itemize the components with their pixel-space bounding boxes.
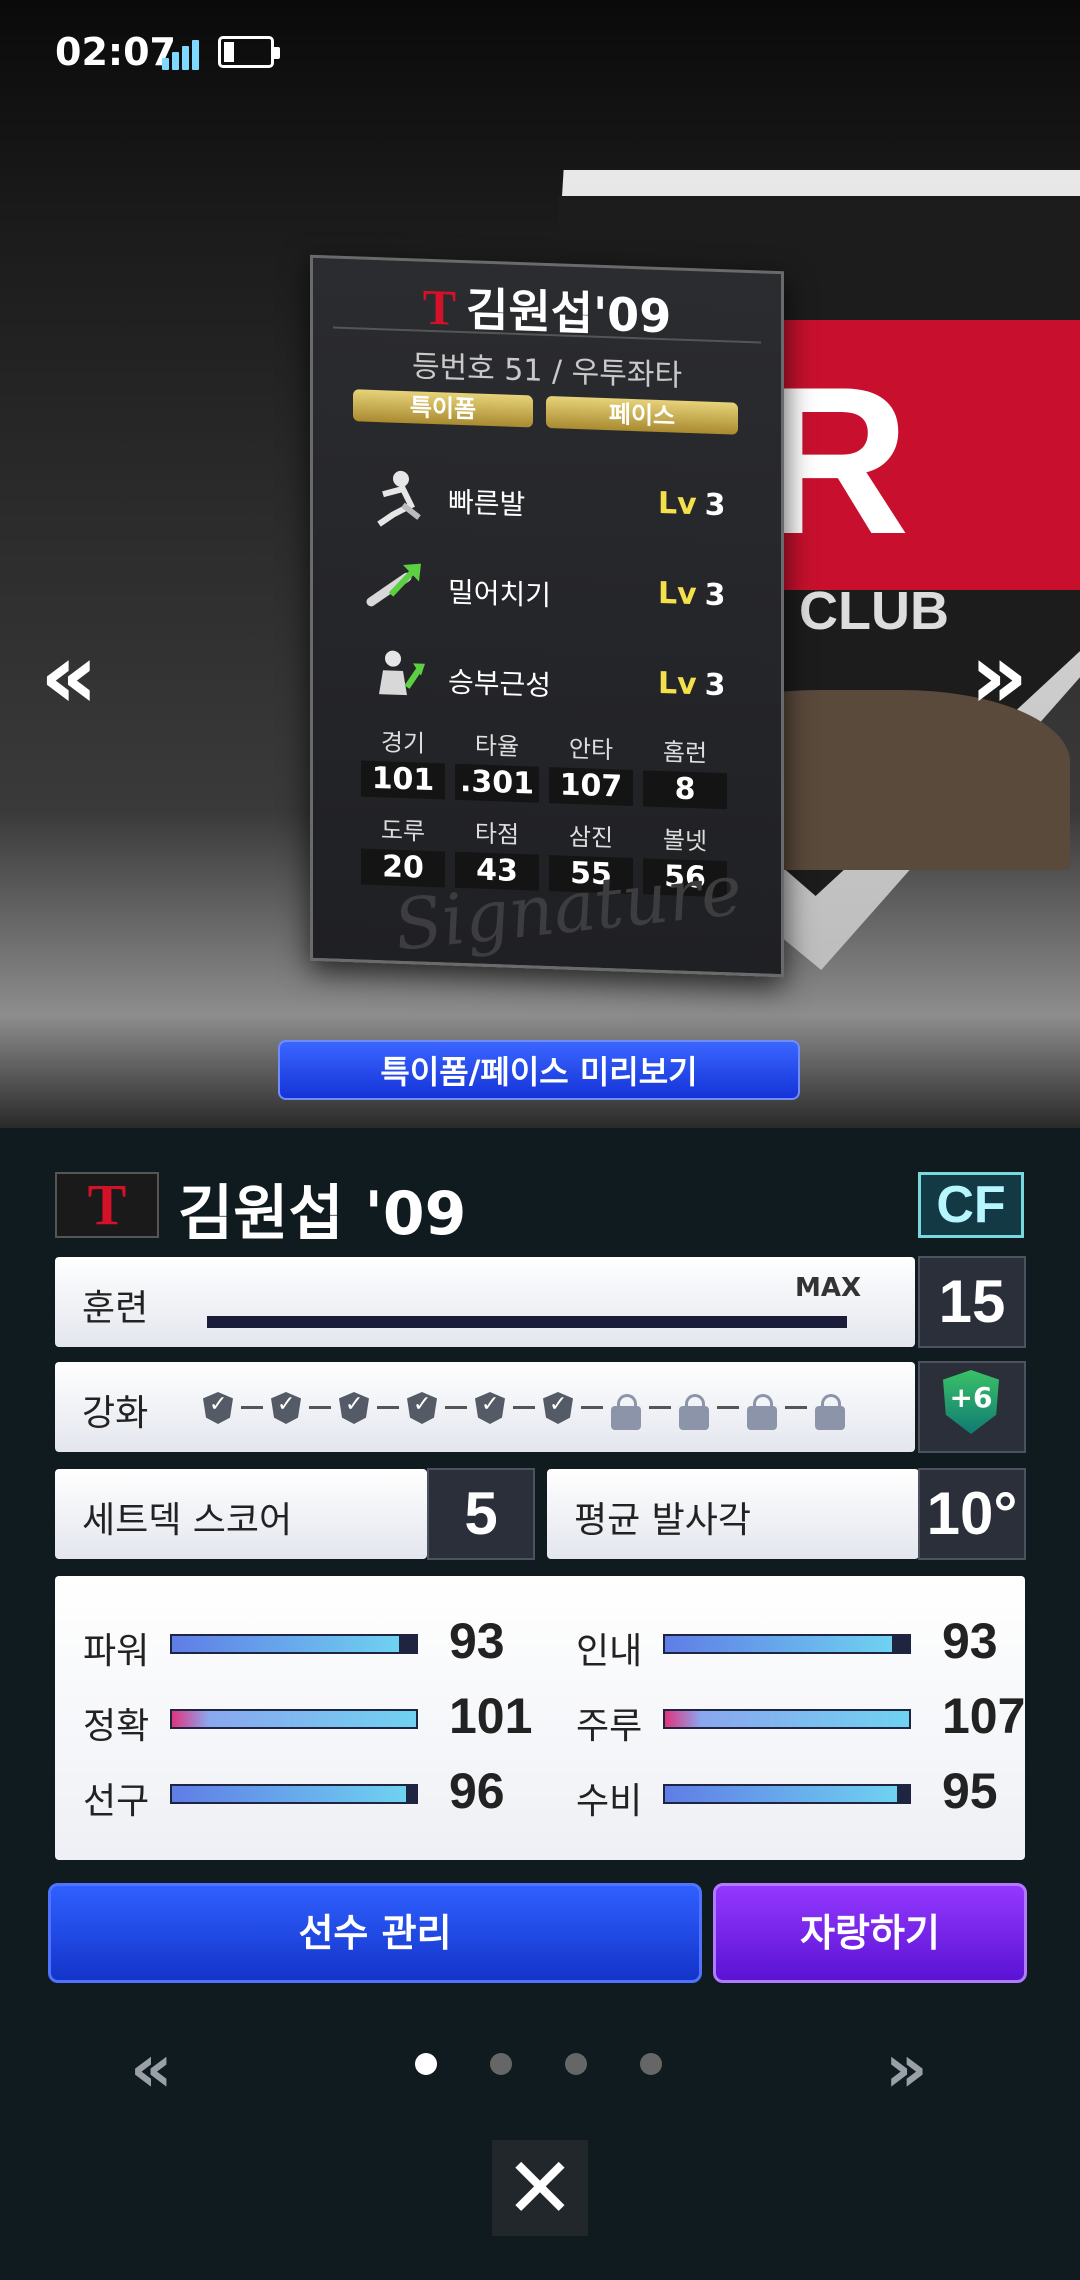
enhance-lock-icon [747,1394,777,1430]
position-badge: CF [918,1172,1024,1238]
enhance-lock-icon [815,1394,845,1430]
card-stat: 안타 107 [549,728,633,807]
enhance-check-icon [271,1392,301,1424]
ability-bar-fill [665,1711,909,1727]
special-form-badge: 특이폼 [353,389,533,428]
card-stat: 도루 20 [361,810,445,888]
enhance-check-icon [203,1392,233,1424]
bat-arrow-icon [366,563,421,607]
enhance-check-icon [543,1392,573,1424]
prev-page-arrow[interactable]: « [130,2030,173,2107]
team-logo: T [55,1172,159,1238]
card-stat: 홈런 8 [643,731,727,810]
enhance-steps [203,1392,883,1430]
player-card: T 김원섭'09 등번호 51 / 우투좌타 특이폼 페이스 빠른발 Lv 3 밀어… [310,254,784,978]
setdeck-label: 세트덱 스코어 [82,1500,293,1541]
ability-stat: 파워 93 [83,1613,505,1672]
ability-stat: 인내 93 [576,1613,998,1672]
launch-angle-value: 10° [918,1468,1026,1560]
show-off-button[interactable]: 자랑하기 [713,1883,1027,1983]
skill-row: 밀어치기 Lv 3 [313,546,781,642]
ability-stat: 주루 107 [576,1688,1026,1747]
enhance-check-icon [475,1392,505,1424]
signal-icon [162,36,206,70]
status-time: 02:07 [55,30,176,74]
ability-bar-fill [172,1636,399,1652]
training-value: 15 [918,1256,1026,1348]
launch-angle-row: 평균 발사각 [547,1469,919,1559]
training-row[interactable]: 훈련 MAX [55,1257,915,1347]
enhance-check-icon [339,1392,369,1424]
ability-bar-fill [172,1786,407,1802]
team-logo-icon: T [422,278,457,336]
card-player-name: T 김원섭'09 [422,278,672,344]
training-progress-bar [207,1316,847,1328]
running-icon [377,470,421,527]
player-manage-button[interactable]: 선수 관리 [48,1883,702,1983]
training-max-label: MAX [795,1273,862,1303]
batter-icon [379,650,425,696]
setdeck-value: 5 [427,1468,535,1560]
page-dot[interactable] [490,2053,512,2075]
ability-stats-panel: 파워 93 인내 93 정확 101 주루 107 선구 96 수비 95 [55,1576,1025,1860]
page-dot[interactable] [640,2053,662,2075]
ability-stat: 선구 96 [83,1763,505,1822]
card-stat: 타율 .301 [455,725,539,803]
next-page-arrow[interactable]: » [885,2030,928,2107]
skill-row: 빠른발 Lv 3 [313,456,781,552]
prev-card-arrow[interactable]: « [40,632,98,722]
setdeck-row: 세트덱 스코어 [55,1469,427,1559]
ability-bar-fill [665,1786,897,1802]
preview-form-face-button[interactable]: 특이폼/페이스 미리보기 [278,1040,800,1100]
next-card-arrow[interactable]: » [970,632,1028,722]
ability-bar-fill [172,1711,416,1727]
launch-angle-label: 평균 발사각 [574,1500,752,1541]
enhance-check-icon [407,1392,437,1424]
enhance-label: 강화 [82,1393,149,1434]
page-dot-active[interactable] [415,2053,437,2075]
battery-icon [218,36,280,68]
training-label: 훈련 [82,1288,149,1329]
player-name: 김원섭 '09 [178,1179,467,1249]
card-preview-area: 02:07 ER ALL CLUB « » T김원섭'09 등번호 51 / 우… [0,0,1080,1128]
status-bar: 02:07 [0,0,1080,100]
enhance-lock-icon [679,1394,709,1430]
ability-bar-fill [665,1636,892,1652]
skill-row: 승부근성 Lv 3 [313,636,781,732]
ability-stat: 수비 95 [576,1763,998,1822]
enhance-row[interactable]: 강화 [55,1362,915,1452]
face-badge: 페이스 [546,395,738,435]
ability-stat: 정확 101 [83,1688,533,1747]
enhance-lock-icon [611,1394,641,1430]
close-button[interactable]: ✕ [492,2140,588,2236]
card-stat: 경기 101 [361,722,445,800]
page-dot[interactable] [565,2053,587,2075]
